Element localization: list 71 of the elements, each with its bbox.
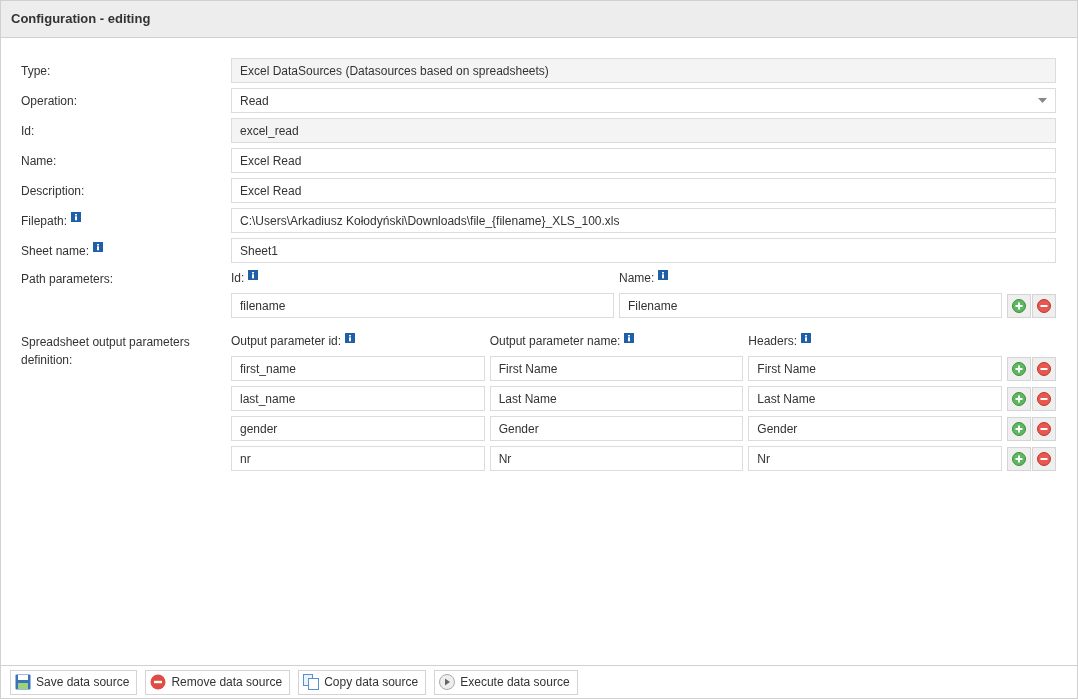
column-label: Output parameter id: (231, 334, 342, 348)
input-field[interactable]: Last Name (748, 386, 1002, 411)
field-label: Spreadsheet output parameters definition: (21, 335, 190, 367)
input-field[interactable]: First Name (489, 356, 744, 381)
copy-icon (303, 674, 320, 690)
column-label: Id: (231, 271, 245, 285)
add-button[interactable] (1007, 293, 1031, 318)
info-icon (801, 332, 812, 343)
field-label: Id: (21, 123, 35, 138)
input-field[interactable]: Excel Read (231, 148, 1056, 173)
add-button[interactable] (1007, 446, 1031, 471)
panel-title: Configuration - editing (11, 10, 151, 29)
add-button[interactable] (1007, 416, 1031, 441)
field-label: Sheet name: (21, 243, 90, 258)
info-icon (71, 212, 82, 223)
plus-icon (1012, 421, 1026, 436)
minus-icon (1037, 361, 1051, 376)
column-label: Name: (619, 271, 655, 285)
field-label: Path parameters: (21, 272, 114, 286)
input-field[interactable]: Last Name (489, 386, 744, 411)
input-field[interactable]: filename (231, 293, 614, 318)
toolbar-button[interactable]: Execute data source (434, 669, 578, 695)
minus-icon (1037, 391, 1051, 406)
play-icon (439, 674, 456, 690)
input-field[interactable]: Gender (489, 416, 744, 441)
input-field[interactable]: C:\Users\Arkadiusz Kołodyński\Downloads\file_{filename}_XLS_100.xls (231, 208, 1056, 233)
field-label: Operation: (21, 93, 78, 108)
input-field[interactable]: Excel Read (231, 178, 1056, 203)
column-label: Headers: (748, 334, 798, 348)
input-field[interactable]: Nr (748, 446, 1002, 471)
plus-icon (1012, 361, 1026, 376)
field-label: Description: (21, 183, 85, 198)
input-field[interactable]: Nr (489, 446, 744, 471)
field-label: Name: (21, 153, 57, 168)
input-field[interactable]: Sheet1 (231, 238, 1056, 263)
remove-button[interactable] (1032, 386, 1056, 411)
plus-icon (1012, 298, 1026, 313)
toolbar-button[interactable]: Copy data source (298, 669, 427, 695)
column-label: Output parameter name: (489, 334, 621, 348)
input-field[interactable]: First Name (748, 356, 1002, 381)
remove-button[interactable] (1032, 416, 1056, 441)
add-button[interactable] (1007, 356, 1031, 381)
input-field[interactable]: excel_read (231, 118, 1056, 143)
info-icon (624, 332, 635, 343)
minus-icon (1037, 421, 1051, 436)
minus-circle-icon (150, 674, 167, 690)
toolbar-button[interactable]: Save data source (10, 669, 138, 695)
info-icon (345, 332, 356, 343)
toolbar-button[interactable]: Remove data source (145, 669, 291, 695)
minus-icon (1037, 298, 1051, 313)
info-icon (658, 269, 669, 280)
field-label: Filepath: (21, 213, 68, 228)
input-field[interactable]: Gender (748, 416, 1002, 441)
input-field[interactable]: Excel DataSources (Datasources based on spreadsheets) (231, 58, 1056, 83)
input-field[interactable]: Filename (619, 293, 1002, 318)
input-field[interactable]: first_name (231, 356, 485, 381)
plus-icon (1012, 391, 1026, 406)
minus-icon (1037, 451, 1051, 466)
select-field[interactable]: Read (231, 88, 1056, 113)
info-icon (93, 242, 104, 253)
remove-button[interactable] (1032, 293, 1056, 318)
info-icon (248, 269, 259, 280)
input-field[interactable]: nr (231, 446, 485, 471)
remove-button[interactable] (1032, 356, 1056, 381)
caret-icon (1038, 98, 1047, 103)
add-button[interactable] (1007, 386, 1031, 411)
remove-button[interactable] (1032, 446, 1056, 471)
input-field[interactable]: gender (231, 416, 485, 441)
plus-icon (1012, 451, 1026, 466)
input-field[interactable]: last_name (231, 386, 485, 411)
field-label: Type: (21, 63, 51, 78)
